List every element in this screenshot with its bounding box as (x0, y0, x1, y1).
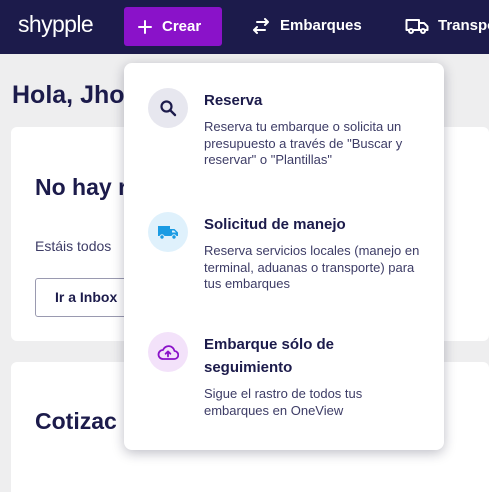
shypple-logo[interactable]: shypple (18, 11, 94, 38)
nav-item-transporte[interactable]: Transpo (405, 17, 489, 34)
menu-item-title: Reserva (204, 92, 263, 109)
menu-item-description: Reserva servicios locales (manejo en ter… (204, 243, 420, 291)
crear-dropdown-menu: Reserva Reserva tu embarque o solicita u… (124, 63, 444, 450)
menu-item-reserva[interactable]: Reserva Reserva tu embarque o solicita u… (124, 85, 444, 195)
card-text: Estáis todos (35, 238, 112, 254)
plus-icon (138, 19, 152, 34)
crear-button-label: Crear (162, 18, 202, 35)
menu-item-title: Solicitud de manejo (204, 216, 346, 233)
nav-item-label: Transpo (438, 17, 489, 34)
nav-item-embarques[interactable]: Embarques (251, 17, 362, 34)
nav-item-label: Embarques (280, 17, 362, 34)
menu-item-description: Reserva tu embarque o solicita un presup… (204, 119, 403, 167)
truck-icon (148, 212, 188, 252)
menu-item-solicitud-de-manejo[interactable]: Solicitud de manejo Reserva servicios lo… (124, 209, 444, 319)
cloud-upload-icon (148, 332, 188, 372)
menu-item-description: Sigue el rastro de todos tus embarques e… (204, 386, 363, 418)
swap-arrows-icon (253, 17, 269, 34)
crear-button[interactable]: Crear (124, 7, 222, 46)
menu-item-embarque-solo-seguimiento[interactable]: Embarque sólo de seguimiento Sigue el ra… (124, 329, 444, 439)
truck-icon (405, 18, 429, 34)
card-title: No hay r (35, 174, 128, 200)
card-title: Cotizac (35, 408, 117, 434)
top-navigation-bar: shypple Crear Embarques Transpo (0, 0, 489, 54)
menu-item-title: Embarque sólo de seguimiento (204, 336, 335, 376)
page-greeting: Hola, Jho (12, 81, 125, 109)
search-icon (148, 88, 188, 128)
